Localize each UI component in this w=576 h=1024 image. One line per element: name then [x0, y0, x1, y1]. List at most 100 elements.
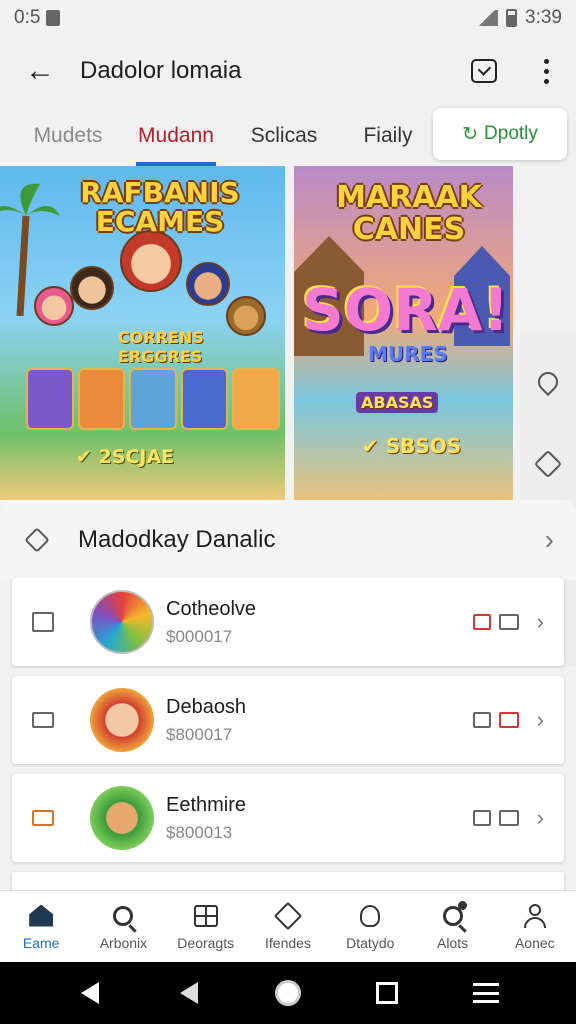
nav-label: Deoragts [177, 934, 235, 951]
wifi-icon [476, 10, 499, 26]
nav-label: Arbonix [99, 934, 148, 951]
banner-1-title: RAFBANIS ECAMES [80, 176, 240, 239]
gift-icon[interactable] [472, 712, 491, 728]
list-item-price: $000017 [166, 626, 233, 646]
person-icon [521, 903, 549, 929]
list-item-price: $800017 [166, 724, 233, 744]
tab-sclicas[interactable]: Sclicas [216, 106, 352, 166]
bottom-navigation: Eame Arbonix Deoragts Ifendes Dtatydo Al… [0, 890, 576, 962]
tab-bar: Mudets Mudann Sclicas Fiaily ↻ Dpotly [0, 106, 576, 166]
chevron-right-icon[interactable]: › [537, 609, 544, 635]
nav-item-grid[interactable]: Deoragts [165, 891, 247, 962]
banner-2-footer: ✔ SBSOS [362, 434, 462, 458]
list-item-peek [12, 872, 564, 892]
banner-1-subtitle: CORRENS ERGGRES [118, 328, 204, 366]
chevron-right-icon[interactable]: › [545, 524, 554, 556]
tab-mudets[interactable]: Mudets [0, 106, 136, 166]
banner-carousel: RAFBANIS ECAMES CORRENS ERGGRES ✔ 2SCJAE… [0, 166, 576, 666]
character-illustration [70, 266, 114, 310]
system-navigation-bar [0, 962, 576, 1024]
section-title: Madodkay Danalic [78, 526, 276, 553]
status-time-left: 0:5 [14, 7, 41, 28]
bulb-icon [356, 903, 384, 929]
more-vert-icon[interactable] [534, 49, 558, 93]
list-item[interactable]: Eethmire $800013 › [12, 774, 564, 862]
list-item-name: Cotheolve [166, 597, 257, 620]
calendar-icon[interactable] [498, 810, 519, 826]
list-item-price: $800013 [166, 822, 233, 842]
notification-icon [46, 10, 61, 26]
list-item-actions: › [472, 609, 544, 635]
system-menu-icon[interactable] [470, 977, 502, 1009]
character-cards [26, 368, 280, 430]
tab-dpotly-chip[interactable]: ↻ Dpotly [433, 108, 567, 160]
chevron-right-icon[interactable]: › [537, 805, 544, 831]
list-item-actions: › [472, 707, 544, 733]
app-bar: ← Dadolor lomaia [0, 36, 576, 106]
checkbox-icon[interactable] [32, 612, 54, 632]
nav-item-search[interactable]: Arbonix [82, 891, 164, 962]
bag-check-icon [471, 59, 497, 83]
banner-2-title: MARAAK CANES [336, 180, 482, 247]
game-thumbnail [90, 590, 154, 654]
list-item-name: Eethmire [166, 793, 247, 816]
game-list: Cotheolve $000017 › Debaosh $800017 › Ee… [12, 578, 564, 892]
game-thumbnail [90, 786, 154, 850]
list-item-text: Eethmire $800013 [166, 794, 473, 843]
system-back-icon[interactable] [74, 977, 106, 1009]
list-item-text: Cotheolve $000017 [166, 598, 473, 647]
character-illustration [34, 286, 74, 326]
nav-item-cube[interactable]: Ifendes [247, 891, 329, 962]
list-item-name: Debaosh [166, 695, 247, 718]
grid-icon [192, 903, 220, 929]
tag-icon[interactable] [533, 449, 563, 479]
gift-icon[interactable] [472, 614, 491, 630]
tab-dpotly-label: Dpotly [484, 123, 538, 144]
nav-item-home[interactable]: Eame [0, 891, 82, 962]
list-item-actions: › [472, 805, 544, 831]
calendar-icon[interactable] [498, 712, 519, 728]
list-item[interactable]: Cotheolve $000017 › [12, 578, 564, 666]
banner-2-headline: SORA! [302, 276, 510, 344]
status-left: 0:5 [14, 7, 61, 29]
puzzle-icon [22, 525, 52, 555]
status-bar: 0:5 3:39 [0, 0, 576, 36]
game-banner-2[interactable]: MARAAK CANES SORA! MURES ABASAS ✔ SBSOS [294, 166, 513, 500]
system-back-alt-icon[interactable] [173, 977, 205, 1009]
system-home-icon[interactable] [272, 977, 304, 1009]
battery-icon [506, 9, 518, 27]
nav-item-alerts[interactable]: Alots [411, 891, 493, 962]
page-title: Dadolor lomaia [80, 57, 242, 84]
list-item[interactable]: Debaosh $800017 › [12, 676, 564, 764]
nav-item-bulb[interactable]: Dtatydo [329, 891, 411, 962]
character-illustration [120, 230, 182, 292]
game-banner-1[interactable]: RAFBANIS ECAMES CORRENS ERGGRES ✔ 2SCJAE [0, 166, 285, 500]
tab-mudann[interactable]: Mudann [136, 106, 216, 166]
calendar-icon[interactable] [498, 614, 519, 630]
back-arrow-icon[interactable]: ← [18, 49, 62, 93]
game-thumbnail [90, 688, 154, 752]
nav-label: Aonec [514, 934, 555, 951]
nav-label: Alots [436, 934, 469, 951]
status-time-right: 3:39 [525, 7, 562, 28]
tab-fiaily[interactable]: Fiaily [352, 106, 424, 166]
home-icon [27, 903, 55, 929]
status-right: 3:39 [476, 7, 562, 29]
gift-icon[interactable] [472, 810, 491, 826]
banner-1-footer: ✔ 2SCJAE [76, 446, 175, 468]
nav-label: Ifendes [265, 934, 311, 951]
cube-icon [273, 901, 303, 930]
tv-icon[interactable] [32, 712, 54, 728]
section-header[interactable]: Madodkay Danalic › [0, 500, 576, 580]
banner-2-badge: ABASAS [356, 392, 439, 413]
tv-icon[interactable] [32, 810, 54, 826]
nav-label: Eame [22, 934, 60, 951]
cart-button[interactable] [462, 49, 506, 93]
alert-search-icon [439, 900, 467, 929]
nav-item-profile[interactable]: Aonec [494, 891, 576, 962]
character-illustration [186, 262, 230, 306]
nav-label: Dtatydo [346, 934, 395, 951]
pin-icon[interactable] [533, 367, 563, 397]
chevron-right-icon[interactable]: › [537, 707, 544, 733]
system-recents-icon[interactable] [371, 977, 403, 1009]
